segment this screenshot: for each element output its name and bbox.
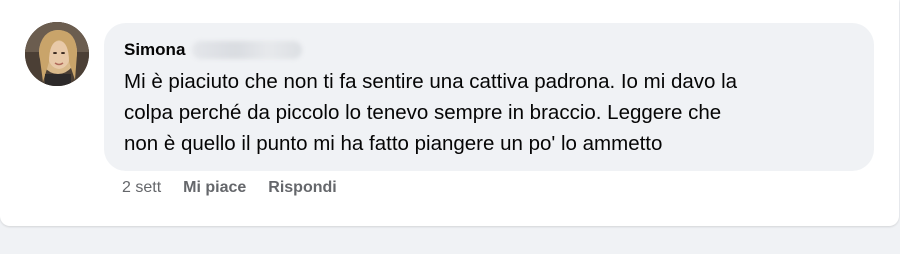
comment-actions: 2 sett Mi piace Rispondi bbox=[122, 178, 359, 198]
comment-timestamp[interactable]: 2 sett bbox=[122, 179, 161, 197]
author-row: Simona bbox=[124, 38, 854, 62]
redacted-surname bbox=[192, 41, 303, 59]
reply-button[interactable]: Rispondi bbox=[268, 179, 336, 197]
comment-card: Simona Mi è piaciuto che non ti fa senti… bbox=[0, 0, 899, 226]
like-button[interactable]: Mi piace bbox=[183, 179, 246, 197]
comment-bubble: Simona Mi è piaciuto che non ti fa senti… bbox=[104, 23, 874, 171]
avatar[interactable] bbox=[25, 22, 89, 86]
avatar-photo-icon bbox=[25, 22, 89, 86]
comment-text: Mi è piaciuto che non ti fa sentire una … bbox=[124, 70, 738, 155]
author-name[interactable]: Simona bbox=[124, 40, 185, 60]
